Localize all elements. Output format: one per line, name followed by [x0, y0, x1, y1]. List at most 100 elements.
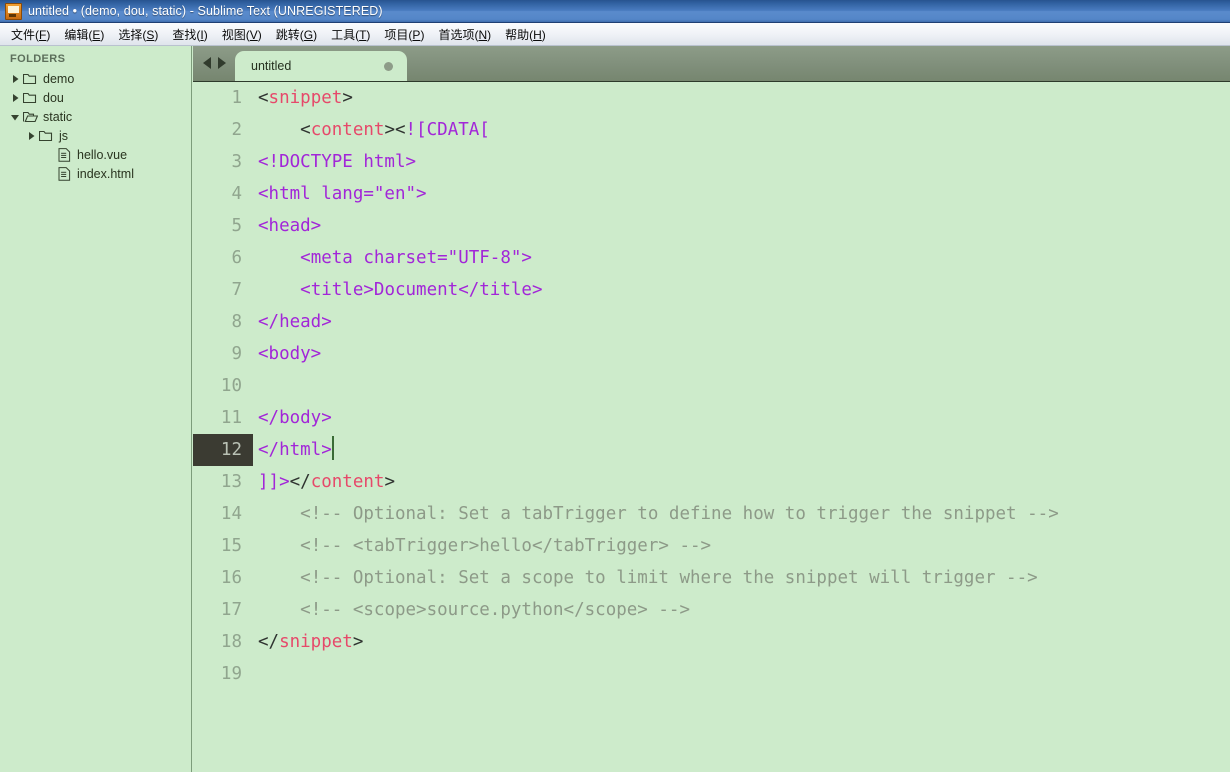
menu-item-7[interactable]: 项目(P): [377, 23, 431, 46]
tree-folder-demo[interactable]: demo: [0, 69, 191, 88]
code-line-13[interactable]: 13]]></content>: [193, 466, 1230, 498]
token-plain: <head>: [258, 216, 322, 236]
menu-item-6[interactable]: 工具(T): [324, 23, 377, 46]
code-line-18[interactable]: 18 </snippet>: [193, 626, 1230, 658]
code-line-3[interactable]: 3 <!DOCTYPE html>: [193, 146, 1230, 178]
menu-item-5[interactable]: 跳转(G): [269, 23, 324, 46]
code-line-9[interactable]: 9 <body>: [193, 338, 1230, 370]
line-number: 6: [231, 248, 242, 268]
folder-open-icon: [22, 109, 38, 125]
folder-closed-icon: [38, 128, 54, 144]
triangle-right-icon[interactable]: [24, 129, 38, 143]
file-document-icon: [56, 147, 72, 163]
code-line-text: <html lang="en">: [253, 178, 1230, 210]
line-number: 2: [231, 120, 242, 140]
code-line-text: <!-- <scope>source.python</scope> -->: [253, 594, 1230, 626]
code-line-2[interactable]: 2 <content><![CDATA[: [193, 114, 1230, 146]
code-line-text: [253, 370, 1230, 402]
code-line-text: <meta charset="UTF-8">: [253, 242, 1230, 274]
token-comment: <!-- <scope>source.python</scope> -->: [258, 600, 690, 620]
code-line-5[interactable]: 5 <head>: [193, 210, 1230, 242]
token-punc: </: [289, 472, 311, 492]
line-number: 4: [231, 184, 242, 204]
menu-item-0[interactable]: 文件(F): [4, 23, 57, 46]
code-line-text: <content><![CDATA[: [253, 114, 1230, 146]
tab-label: untitled: [251, 59, 292, 73]
code-line-12[interactable]: 12 </html>: [193, 434, 1230, 466]
menu-item-1[interactable]: 编辑(E): [57, 23, 111, 46]
sublime-text-window: untitled • (demo, dou, static) - Sublime…: [0, 0, 1230, 772]
tree-file-hello.vue[interactable]: hello.vue: [0, 145, 191, 164]
token-comment: <!-- Optional: Set a tabTrigger to defin…: [258, 504, 1059, 524]
code-line-text: <title>Document</title>: [253, 274, 1230, 306]
tree-folder-js[interactable]: js: [0, 126, 191, 145]
code-line-10[interactable]: 10: [193, 370, 1230, 402]
code-line-8[interactable]: 8 </head>: [193, 306, 1230, 338]
line-number: 13: [220, 472, 242, 492]
tree-item-label: demo: [43, 71, 75, 86]
menu-item-4[interactable]: 视图(V): [215, 23, 269, 46]
tree-folder-static[interactable]: static: [0, 107, 191, 126]
folder-closed-icon: [22, 71, 38, 87]
token-punc: </: [258, 632, 280, 652]
menu-item-9[interactable]: 帮助(H): [498, 23, 553, 46]
token-plain: <!DOCTYPE html>: [258, 152, 417, 172]
folders-caption: FOLDERS: [10, 53, 66, 65]
next-tab-arrow-icon[interactable]: [218, 57, 226, 69]
code-line-text: <snippet>: [253, 82, 1230, 114]
code-line-text: <!-- Optional: Set a scope to limit wher…: [253, 562, 1230, 594]
token-comment: <!-- <tabTrigger>hello</tabTrigger> -->: [258, 536, 712, 556]
code-line-15[interactable]: 15 <!-- <tabTrigger>hello</tabTrigger> -…: [193, 530, 1230, 562]
file-document-icon: [56, 166, 72, 182]
menu-item-3[interactable]: 查找(I): [165, 23, 214, 46]
line-number: 8: [231, 312, 242, 332]
line-number: 17: [220, 600, 242, 620]
code-line-19[interactable]: 19: [193, 658, 1230, 690]
editor-tab-untitled[interactable]: untitled: [235, 51, 407, 81]
line-number: 14: [220, 504, 242, 524]
code-editor[interactable]: 1 <snippet> 2 <content><![CDATA[3 <!DOCTYPE…: [193, 82, 1230, 772]
triangle-down-icon[interactable]: [8, 110, 22, 124]
token-plain: <body>: [258, 344, 322, 364]
token-punc: >: [384, 472, 395, 492]
triangle-right-icon[interactable]: [8, 72, 22, 86]
line-number: 12: [193, 434, 253, 466]
code-line-text: <head>: [253, 210, 1230, 242]
token-comment: <!-- Optional: Set a scope to limit wher…: [258, 568, 1038, 588]
code-line-7[interactable]: 7 <title>Document</title>: [193, 274, 1230, 306]
token-plain: </html>: [258, 440, 332, 460]
triangle-right-icon[interactable]: [8, 91, 22, 105]
token-tag: snippet: [268, 88, 343, 108]
code-line-1[interactable]: 1 <snippet>: [193, 82, 1230, 114]
token-tag: snippet: [279, 632, 353, 652]
text-cursor: [331, 436, 334, 460]
code-line-text: </head>: [253, 306, 1230, 338]
token-punc: ><: [384, 120, 406, 140]
menu-item-8[interactable]: 首选项(N): [431, 23, 498, 46]
line-number: 11: [220, 408, 242, 428]
previous-tab-arrow-icon[interactable]: [203, 57, 211, 69]
code-line-text: [253, 658, 1230, 690]
menu-bar: 文件(F) 编辑(E) 选择(S) 查找(I) 视图(V) 跳转(G) 工具(T) 项目(P)…: [0, 23, 1230, 46]
code-line-text: </body>: [253, 402, 1230, 434]
tree-file-index.html[interactable]: index.html: [0, 164, 191, 183]
token-punc: >: [342, 88, 353, 108]
tab-unsaved-dot-icon[interactable]: [384, 61, 393, 71]
sublime-text-icon: [5, 2, 22, 20]
code-line-6[interactable]: 6 <meta charset="UTF-8">: [193, 242, 1230, 274]
tab-strip: untitled: [193, 46, 1230, 82]
code-line-17[interactable]: 17 <!-- <scope>source.python</scope> -->: [193, 594, 1230, 626]
token-plain: ![CDATA[: [405, 120, 490, 140]
menu-item-2[interactable]: 选择(S): [111, 23, 165, 46]
line-number: 15: [220, 536, 242, 556]
tree-folder-dou[interactable]: dou: [0, 88, 191, 107]
code-line-16[interactable]: 16 <!-- Optional: Set a scope to limit w…: [193, 562, 1230, 594]
code-line-text: <body>: [253, 338, 1230, 370]
code-line-14[interactable]: 14 <!-- Optional: Set a tabTrigger to de…: [193, 498, 1230, 530]
code-line-text: <!-- <tabTrigger>hello</tabTrigger> -->: [253, 530, 1230, 562]
code-line-11[interactable]: 11 </body>: [193, 402, 1230, 434]
tree-item-label: index.html: [77, 166, 134, 181]
code-line-4[interactable]: 4 <html lang="en">: [193, 178, 1230, 210]
tab-nav-arrows: [193, 45, 235, 81]
token-plain: ]]>: [258, 472, 290, 492]
